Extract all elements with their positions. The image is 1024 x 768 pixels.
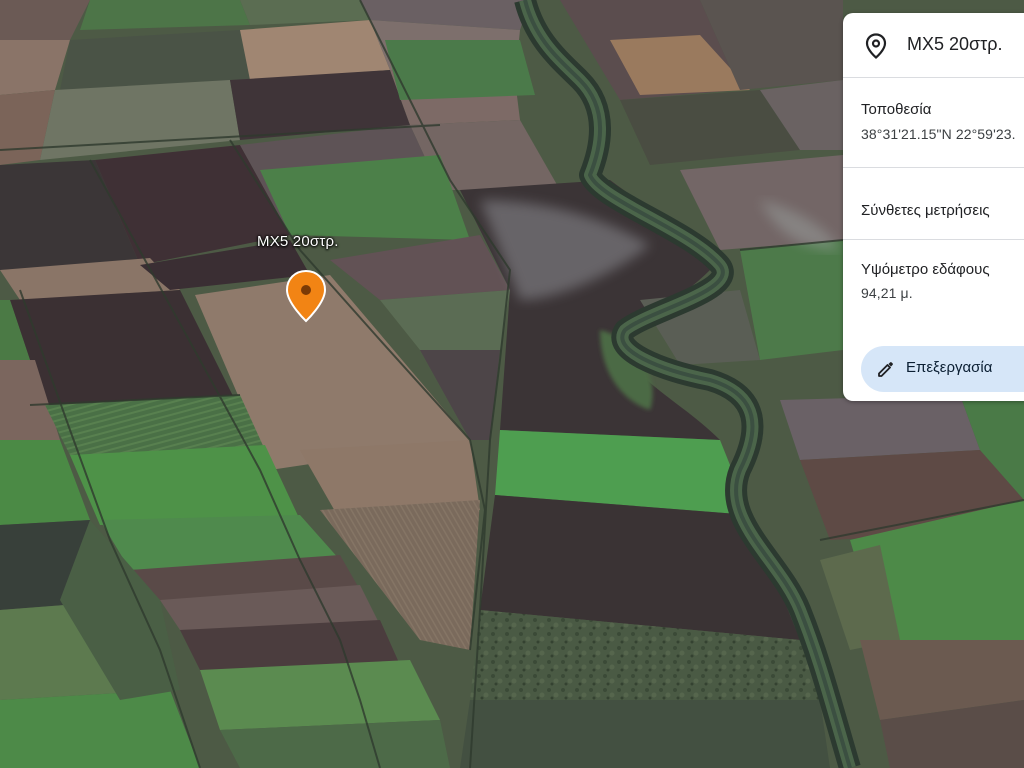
elevation-label: Υψόμετρο εδάφους (861, 261, 990, 278)
location-coordinates[interactable]: 38°31'21.15"N 22°59'23. (861, 126, 1016, 142)
map-pin-icon[interactable] (285, 269, 327, 323)
edit-button-label: Επεξεργασία (906, 359, 993, 376)
measurements-label[interactable]: Σύνθετες μετρήσεις (861, 202, 990, 219)
divider (843, 167, 1024, 168)
divider (843, 77, 1024, 78)
elevation-value: 94,21 μ. (861, 285, 913, 301)
placemark-label[interactable]: MX5 20στρ. (257, 233, 339, 250)
place-info-panel: MX5 20στρ. Τοποθεσία 38°31'21.15"N 22°59… (843, 13, 1024, 401)
panel-header: MX5 20στρ. (843, 13, 1024, 77)
location-pin-icon (865, 33, 887, 59)
panel-title: MX5 20στρ. (907, 34, 1003, 54)
location-label: Τοποθεσία (861, 101, 932, 118)
divider (843, 239, 1024, 240)
pencil-icon (878, 362, 893, 377)
edit-button[interactable]: Επεξεργασία (861, 346, 1024, 392)
